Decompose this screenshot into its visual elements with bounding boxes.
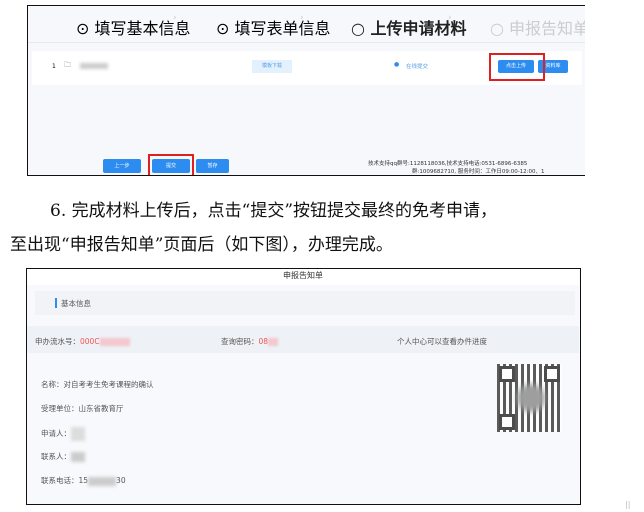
info-icon: ●: [394, 61, 400, 68]
support-hours: 群:1009682710, 服务时间：工作日09:00-12:00、1: [412, 169, 545, 175]
step-notice[interactable]: ○ 申报告知单: [490, 15, 585, 39]
phone-start: 15: [78, 476, 89, 485]
notice-screenshot: 申报告知单 基本信息 申办流水号：000C 查询密码：08 个人中心可以查看办件…: [26, 268, 581, 505]
applicant-label: 申请人：: [41, 429, 71, 438]
phone-end: 30: [116, 476, 126, 485]
row-index: 1: [52, 63, 56, 70]
serial-value: 000C: [80, 337, 100, 346]
upload-screenshot: ⊙ 填写基本信息 › ⊙ 填写表单信息 › ○ 上传申请材料 › ○ 申报告知单…: [27, 5, 585, 176]
chevron-right-icon: ›: [173, 13, 177, 23]
page-title: 申报告知单: [283, 271, 323, 280]
item-name: 名称：对自考考生免考课程的确认: [41, 380, 154, 389]
template-download-button[interactable]: 模板下载: [252, 60, 292, 73]
highlight-box: [148, 154, 194, 175]
chevron-right-icon: ›: [448, 13, 452, 23]
qr-code-icon: [497, 364, 562, 432]
scroll-handle-icon: ||: [625, 500, 631, 509]
blurred-filename: [80, 63, 108, 69]
phone-label: 联系电话：: [41, 476, 79, 485]
step-label: 申报告知单: [509, 19, 585, 38]
highlight-box: [489, 53, 545, 81]
support-info: 技术支持qq群号:1128118036,技术支持电话:0531-6896-638…: [368, 161, 528, 167]
serial-label: 申办流水号：: [35, 337, 80, 346]
serial-row: 申办流水号：000C 查询密码：08 个人中心可以查看办件进度: [27, 326, 579, 353]
status-text: 在线提交: [406, 64, 429, 70]
chevron-right-icon: ›: [300, 13, 304, 23]
step-label: 填写表单信息: [234, 19, 331, 38]
step-label: 上传申请材料: [370, 19, 467, 38]
query-label: 查询密码：: [221, 337, 259, 346]
section-header: 基本信息: [35, 291, 575, 315]
step-form-info[interactable]: ⊙ 填写表单信息: [216, 15, 331, 39]
instruction-line-1: 6. 完成材料上传后，点击“提交”按钮提交最终的免考申请，: [50, 201, 498, 221]
prev-step-button[interactable]: 上一步: [103, 159, 141, 173]
folder-icon: 🗀: [64, 61, 71, 69]
material-row: 1 🗀 模板下载 ● 在线提交 点击上传 资料库: [32, 51, 582, 85]
save-draft-button[interactable]: 暂存: [196, 159, 229, 173]
divider: [28, 42, 585, 43]
contact-label: 联系人：: [41, 452, 71, 461]
progress-hint[interactable]: 个人中心可以查看办件进度: [397, 336, 487, 347]
instruction-line-2: 至出现“申报告知单”页面后（如下图），办理完成。: [10, 235, 393, 255]
section-title: 基本信息: [61, 299, 91, 308]
accepting-unit: 受理单位：山东省教育厅: [41, 404, 124, 413]
query-value: 08: [258, 337, 269, 346]
